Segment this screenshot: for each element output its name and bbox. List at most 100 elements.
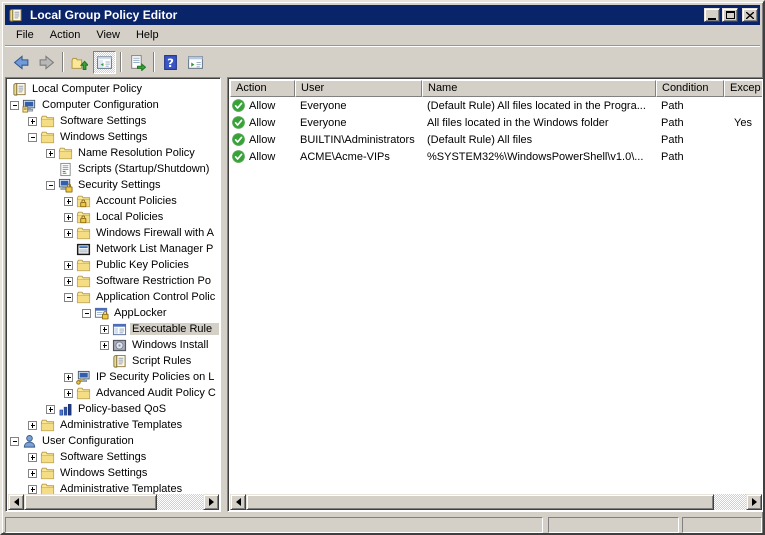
- security-icon: [58, 178, 73, 193]
- tree-item-name-resolution-policy[interactable]: Name Resolution Policy: [8, 145, 219, 161]
- maximize-button[interactable]: [722, 8, 738, 22]
- tree-item-windows-settings[interactable]: Windows Settings: [8, 465, 219, 481]
- tree-item-computer-configuration[interactable]: Computer Configuration: [8, 97, 219, 113]
- expander-plus-icon[interactable]: [28, 484, 37, 494]
- tree-item-application-control-polic[interactable]: Application Control Polic: [8, 289, 219, 305]
- expander-minus-icon[interactable]: [10, 436, 19, 446]
- rule-row[interactable]: Allow Everyone All files located in the Wi…: [230, 114, 762, 131]
- tree-item-script-rules[interactable]: Script Rules: [8, 353, 219, 369]
- tree-item-windows-settings[interactable]: Windows Settings: [8, 129, 219, 145]
- tree-item-account-policies[interactable]: Account Policies: [8, 193, 219, 209]
- expander-plus-icon[interactable]: [28, 420, 37, 430]
- minimize-button[interactable]: [704, 8, 720, 22]
- console-tree-pane: Local Computer Policy Computer Configurat…: [5, 77, 221, 512]
- rules-list: Action User Name Condition Excep Allow Everyo…: [230, 80, 762, 494]
- tree-item-software-settings[interactable]: Software Settings: [8, 113, 219, 129]
- scroll-icon: [112, 354, 127, 369]
- tree-item-user-configuration[interactable]: User Configuration: [8, 433, 219, 449]
- menu-view[interactable]: View: [88, 27, 128, 44]
- expander-plus-icon[interactable]: [64, 196, 73, 206]
- toolbar-export-list-button[interactable]: [126, 51, 149, 74]
- tree-item-scripts-startup-shutdown[interactable]: Scripts (Startup/Shutdown): [8, 161, 219, 177]
- tree-item-local-policies[interactable]: Local Policies: [8, 209, 219, 225]
- toolbar-show-console-tree-button[interactable]: [93, 50, 116, 74]
- list-horizontal-scrollbar[interactable]: [230, 494, 762, 510]
- expander-plus-icon[interactable]: [64, 260, 73, 270]
- expander-plus-icon[interactable]: [46, 148, 55, 158]
- tree-item-security-settings[interactable]: Security Settings: [8, 177, 219, 193]
- tree-item-policy-based-qos[interactable]: Policy-based QoS: [8, 401, 219, 417]
- expander-minus-icon[interactable]: [10, 100, 19, 110]
- expander-minus-icon[interactable]: [64, 292, 73, 302]
- expander-plus-icon[interactable]: [64, 212, 73, 222]
- column-header-action[interactable]: Action: [230, 80, 295, 97]
- list-header: Action User Name Condition Excep: [230, 80, 762, 97]
- column-header-user[interactable]: User: [295, 80, 422, 97]
- scroll-right-button[interactable]: [203, 494, 219, 510]
- tree-item-label: Security Settings: [78, 179, 161, 191]
- tree-item-label: Local Computer Policy: [32, 83, 143, 95]
- tree-item-windows-install[interactable]: Windows Install: [8, 337, 219, 353]
- expander-minus-icon[interactable]: [28, 132, 37, 142]
- tree-item-software-settings[interactable]: Software Settings: [8, 449, 219, 465]
- column-header-condition[interactable]: Condition: [656, 80, 724, 97]
- scroll-left-button[interactable]: [230, 494, 246, 510]
- column-header-name[interactable]: Name: [422, 80, 656, 97]
- expander-minus-icon[interactable]: [82, 308, 91, 318]
- tree-item-windows-firewall-with-a[interactable]: Windows Firewall with A: [8, 225, 219, 241]
- expander-plus-icon[interactable]: [64, 228, 73, 238]
- tree-item-advanced-audit-policy-c[interactable]: Advanced Audit Policy C: [8, 385, 219, 401]
- rule-row[interactable]: Allow ACME\Acme-VIPs %SYSTEM32%\WindowsPow…: [230, 148, 762, 165]
- up-folder-icon: [71, 54, 88, 71]
- tree-item-label: IP Security Policies on L: [96, 371, 215, 383]
- expander-plus-icon[interactable]: [64, 388, 73, 398]
- expander-plus-icon[interactable]: [28, 452, 37, 462]
- toolbar: ?: [5, 48, 760, 76]
- scroll-right-button[interactable]: [746, 494, 762, 510]
- close-button[interactable]: [742, 8, 758, 22]
- expander-plus-icon[interactable]: [100, 324, 109, 334]
- tree-item-administrative-templates[interactable]: Administrative Templates: [8, 417, 219, 433]
- expander-plus-icon[interactable]: [28, 116, 37, 126]
- expander-plus-icon[interactable]: [64, 276, 73, 286]
- scrollbar-thumb[interactable]: [246, 494, 714, 510]
- toolbar-forward-button[interactable]: [35, 51, 58, 74]
- folder-lock-icon: [76, 194, 91, 209]
- toolbar-back-button[interactable]: [10, 51, 33, 74]
- expander-plus-icon[interactable]: [28, 468, 37, 478]
- menu-file[interactable]: File: [8, 27, 42, 44]
- tree-item-administrative-templates[interactable]: Administrative Templates: [8, 481, 219, 494]
- column-header-excep[interactable]: Excep: [724, 80, 762, 97]
- rule-row[interactable]: Allow Everyone (Default Rule) All files lo…: [230, 97, 762, 114]
- tree-item-label: Software Settings: [60, 115, 147, 127]
- toolbar-help-button[interactable]: ?: [159, 51, 182, 74]
- scrollbar-thumb[interactable]: [24, 494, 157, 510]
- expander-plus-icon[interactable]: [46, 404, 55, 414]
- new-window-icon: [187, 54, 204, 71]
- menu-action[interactable]: Action: [42, 27, 89, 44]
- tree-item-label: Windows Firewall with A: [96, 227, 214, 239]
- tree-item-ip-security-policies-on-l[interactable]: IP Security Policies on L: [8, 369, 219, 385]
- tree-horizontal-scrollbar[interactable]: [8, 494, 219, 510]
- status-bar: [5, 515, 762, 533]
- tree-item-network-list-manager-p[interactable]: Network List Manager P: [8, 241, 219, 257]
- toolbar-up-one-level-button[interactable]: [68, 51, 91, 74]
- tree-item-executable-rule[interactable]: Executable Rule: [8, 321, 219, 337]
- scroll-left-button[interactable]: [8, 494, 24, 510]
- rule-row[interactable]: Allow BUILTIN\Administrators (Default Rule…: [230, 131, 762, 148]
- right-arrow-icon: [751, 498, 757, 506]
- tree-item-local-computer-policy[interactable]: Local Computer Policy: [8, 81, 219, 97]
- menu-bar: File Action View Help: [5, 25, 760, 46]
- tree-item-label: Executable Rule: [130, 323, 219, 335]
- toolbar-show-window-button[interactable]: [184, 51, 207, 74]
- back-icon: [13, 54, 30, 71]
- expander-plus-icon[interactable]: [100, 340, 109, 350]
- tree-item-applocker[interactable]: AppLocker: [8, 305, 219, 321]
- menu-help[interactable]: Help: [128, 27, 167, 44]
- tree-item-public-key-policies[interactable]: Public Key Policies: [8, 257, 219, 273]
- expander-minus-icon[interactable]: [46, 180, 55, 190]
- titlebar[interactable]: Local Group Policy Editor: [5, 5, 760, 25]
- tree-item-software-restriction-po[interactable]: Software Restriction Po: [8, 273, 219, 289]
- expander-plus-icon[interactable]: [64, 372, 73, 382]
- applocker-icon: [94, 306, 109, 321]
